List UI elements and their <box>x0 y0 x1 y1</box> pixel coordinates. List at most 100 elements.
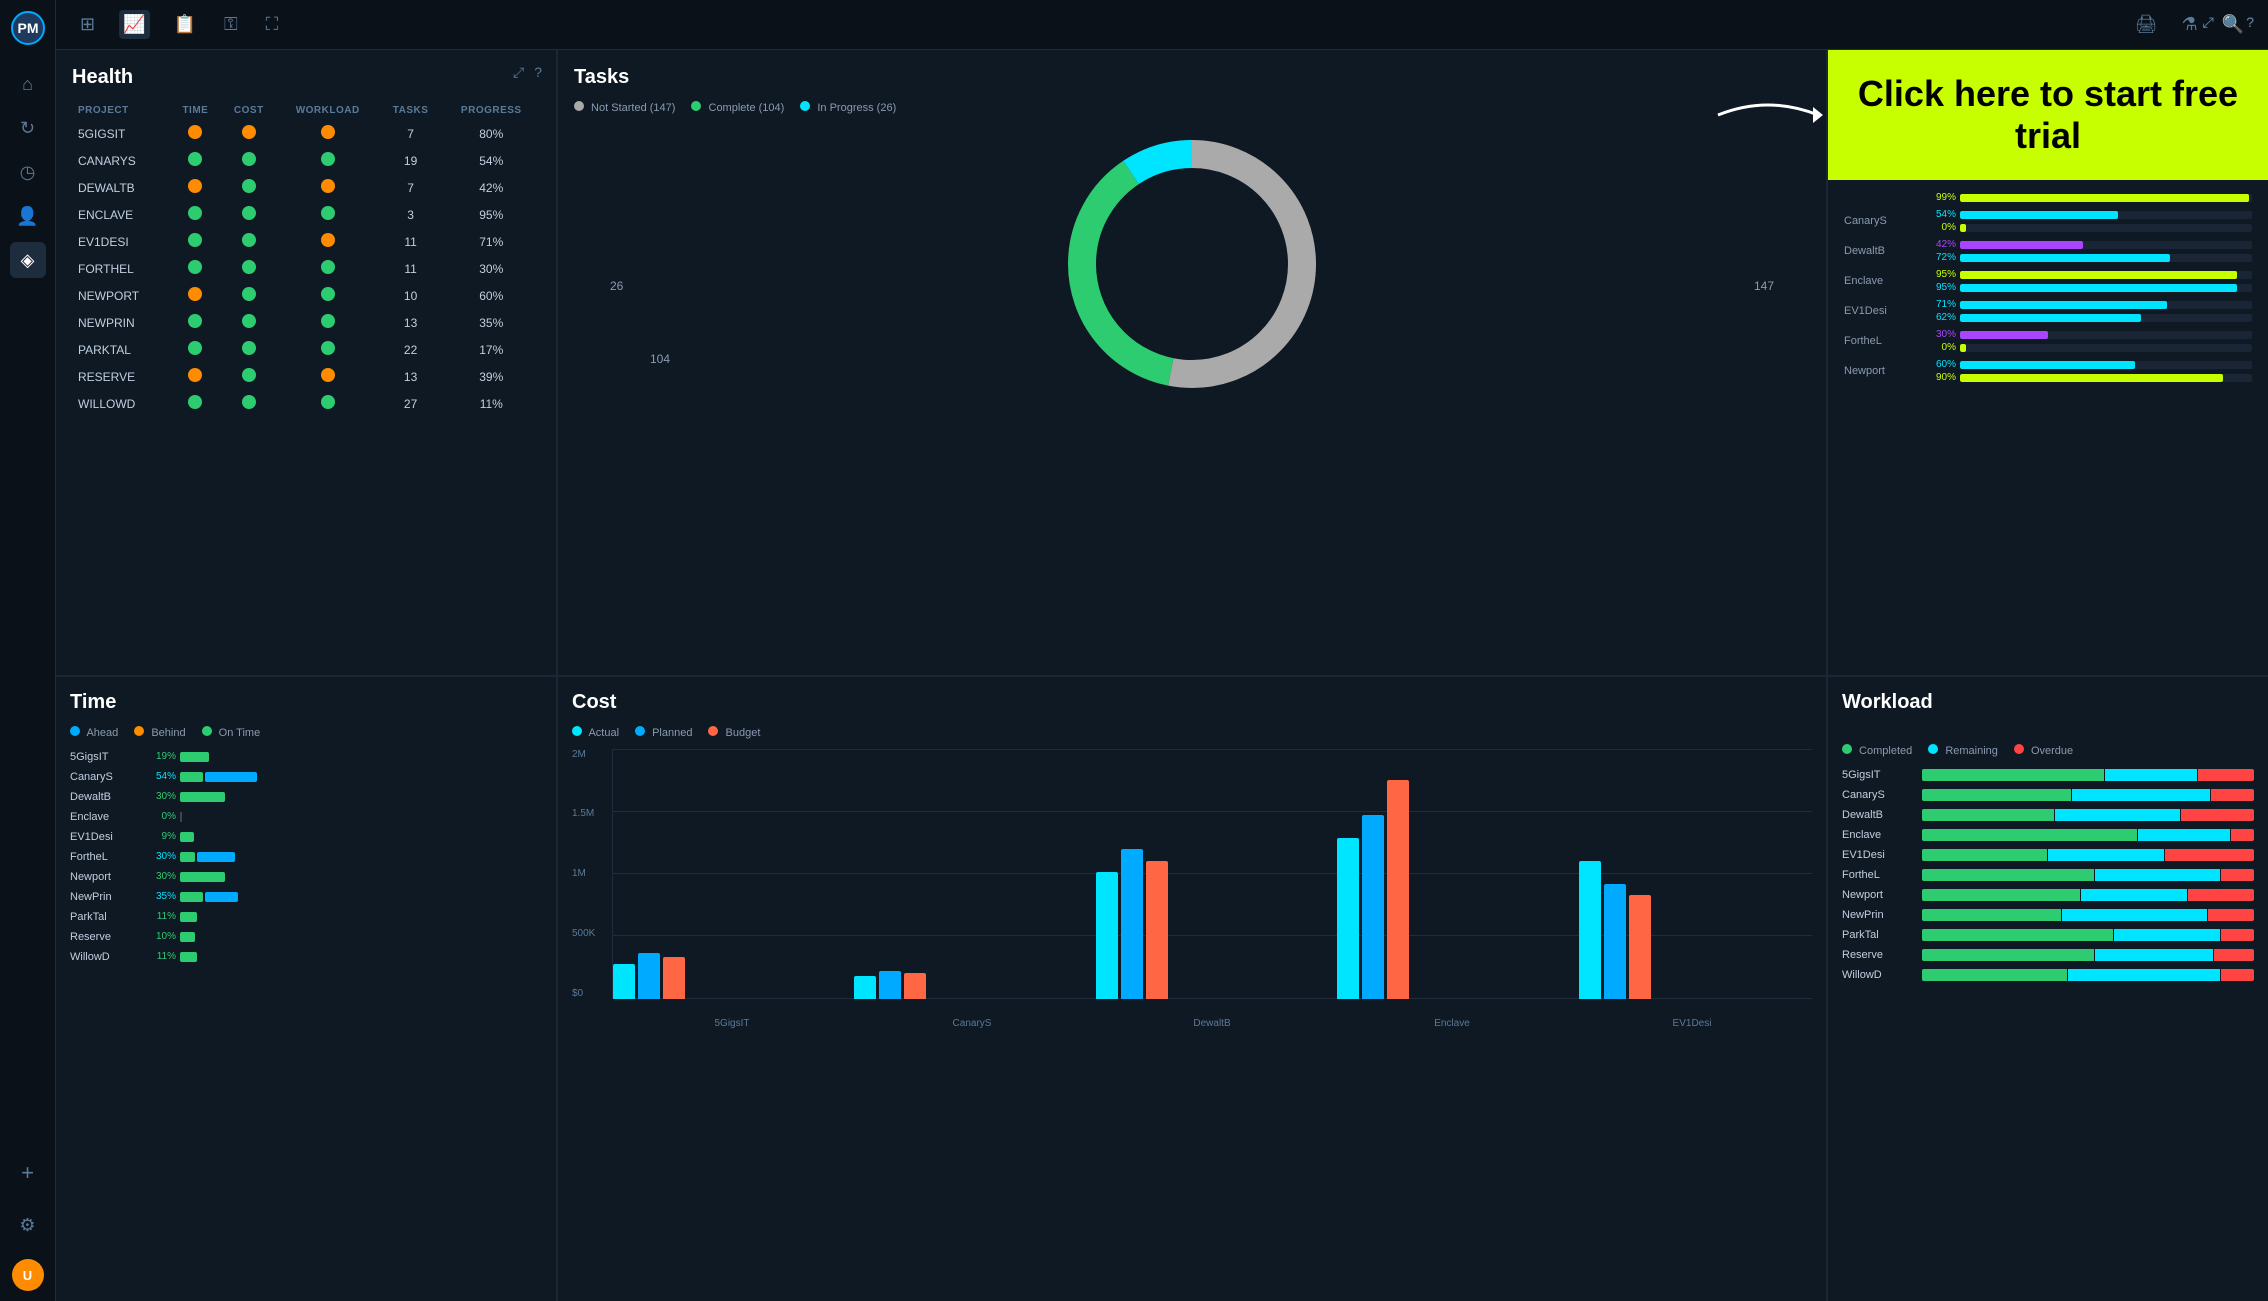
project-name: ENCLAVE <box>72 201 170 228</box>
workload-bar-area <box>1922 829 2254 841</box>
sidebar-item-briefcase[interactable]: ◈ <box>10 242 46 278</box>
time-rows: 5GigsIT 19% CanaryS 54% DewaltB 30% <box>70 751 542 963</box>
project-name: 5GIGSIT <box>72 120 170 147</box>
wb-completed <box>1922 949 2094 961</box>
bar-budget <box>1629 895 1651 999</box>
progress-bars: 60% 90% <box>1924 359 2252 383</box>
right-top-panel: Click here to start free trial 99% Canar… <box>1828 50 2268 675</box>
wb-overdue <box>2181 809 2254 821</box>
legend-dot-actual <box>572 726 582 736</box>
wb-remaining <box>2105 769 2197 781</box>
label-not-started: 147 <box>1754 279 1774 293</box>
time-indicator <box>188 341 202 355</box>
project-name: WILLOWD <box>72 390 170 417</box>
sidebar-item-settings[interactable]: ⚙ <box>10 1207 46 1243</box>
bar-fill <box>1960 241 2083 249</box>
workload-row: EV1Desi <box>1842 849 2254 861</box>
wb-overdue <box>2211 789 2254 801</box>
workload-row: ParkTal <box>1842 929 2254 941</box>
svg-text:PM: PM <box>17 20 38 36</box>
cost-indicator <box>242 125 256 139</box>
task-count: 13 <box>379 363 443 390</box>
time-bar-blue <box>205 892 238 902</box>
progress-label: DewaltB <box>1844 245 1924 257</box>
workload-row: Reserve <box>1842 949 2254 961</box>
table-row: NEWPORT 10 60% <box>72 282 540 309</box>
pct-label: 72% <box>1924 252 1956 263</box>
sidebar-item-users[interactable]: 👤 <box>10 198 46 234</box>
time-indicator <box>188 260 202 274</box>
time-bar-area: 35% <box>140 891 542 902</box>
bar-track <box>1960 194 2252 202</box>
app-logo[interactable]: PM <box>10 10 46 46</box>
legend-behind: Behind <box>134 726 185 739</box>
nav-filter-icon[interactable]: ⚗ <box>2177 10 2201 39</box>
nav-icon-chart[interactable]: 📈 <box>119 10 149 39</box>
nav-icon-key[interactable]: ⚿ <box>220 10 242 39</box>
progress-bar-row: 99% <box>1924 192 2252 203</box>
x-label: EV1Desi <box>1572 1018 1812 1029</box>
wb-completed <box>1922 849 2047 861</box>
sidebar-item-add[interactable]: + <box>10 1155 46 1191</box>
time-row: 5GigsIT 19% <box>70 751 542 763</box>
sidebar: PM ⌂ ↻ ◷ 👤 ◈ + ⚙ U <box>0 0 56 1301</box>
time-row-label: Newport <box>70 871 140 883</box>
table-row: RESERVE 13 39% <box>72 363 540 390</box>
nav-icon-tree[interactable]: ⛶ <box>262 10 283 39</box>
workload-bar-area <box>1922 969 2254 981</box>
progress-value: 71% <box>443 228 540 255</box>
wb-remaining <box>2138 829 2230 841</box>
nav-icon-clipboard[interactable]: 📋 <box>170 10 200 39</box>
pct-label: 42% <box>1924 239 1956 250</box>
legend-dot-planned <box>635 726 645 736</box>
health-help-icon[interactable]: ? <box>534 64 542 81</box>
time-bar-area: 9% <box>140 831 542 842</box>
sidebar-item-clock[interactable]: ◷ <box>10 154 46 190</box>
progress-value: 42% <box>443 174 540 201</box>
time-pct: 11% <box>140 951 176 962</box>
nav-icon-grid[interactable]: ⊞ <box>76 10 99 39</box>
legend-on-time: On Time <box>202 726 261 739</box>
bar-track <box>1960 374 2252 382</box>
wb-completed <box>1922 809 2054 821</box>
time-pct: 0% <box>140 811 176 822</box>
wb-completed <box>1922 869 2094 881</box>
progress-row: 99% <box>1844 192 2252 203</box>
legend-planned: Planned <box>635 726 692 739</box>
table-row: DEWALTB 7 42% <box>72 174 540 201</box>
progress-row: CanaryS 54% 0% <box>1844 209 2252 233</box>
workload-indicator <box>321 341 335 355</box>
table-row: NEWPRIN 13 35% <box>72 309 540 336</box>
task-count: 3 <box>379 201 443 228</box>
progress-bar-row: 0% <box>1924 342 2252 353</box>
pct-label: 99% <box>1924 192 1956 203</box>
health-panel: Health ⤢ ? PROJECT TIME COST WORKLOAD TA… <box>56 50 556 675</box>
legend-ahead: Ahead <box>70 726 118 739</box>
cost-indicator <box>242 395 256 409</box>
bar-track <box>1960 284 2252 292</box>
nav-print-icon[interactable]: 🖨 <box>2131 10 2162 39</box>
cta-banner[interactable]: Click here to start free trial <box>1828 50 2268 180</box>
bar-fill <box>1960 211 2118 219</box>
progress-bar-row: 54% <box>1924 209 2252 220</box>
cost-indicator <box>242 314 256 328</box>
time-indicator <box>188 152 202 166</box>
legend-dot-wl-overdue <box>2014 744 2024 754</box>
wb-completed <box>1922 789 2071 801</box>
health-expand-icon[interactable]: ⤢ <box>513 64 524 81</box>
cost-indicator <box>242 179 256 193</box>
sidebar-item-refresh[interactable]: ↻ <box>10 110 46 146</box>
bar-planned <box>1121 849 1143 999</box>
workload-row-label: Reserve <box>1842 949 1922 961</box>
workload-indicator <box>321 179 335 193</box>
wb-completed <box>1922 969 2067 981</box>
task-count: 7 <box>379 174 443 201</box>
sidebar-item-home[interactable]: ⌂ <box>10 66 46 102</box>
user-avatar[interactable]: U <box>12 1259 44 1291</box>
workload-title: Workload <box>1842 691 2254 714</box>
workload-row: CanaryS <box>1842 789 2254 801</box>
project-name: NEWPRIN <box>72 309 170 336</box>
bar-actual <box>1096 872 1118 999</box>
task-count: 13 <box>379 309 443 336</box>
time-bar-green <box>180 832 194 842</box>
